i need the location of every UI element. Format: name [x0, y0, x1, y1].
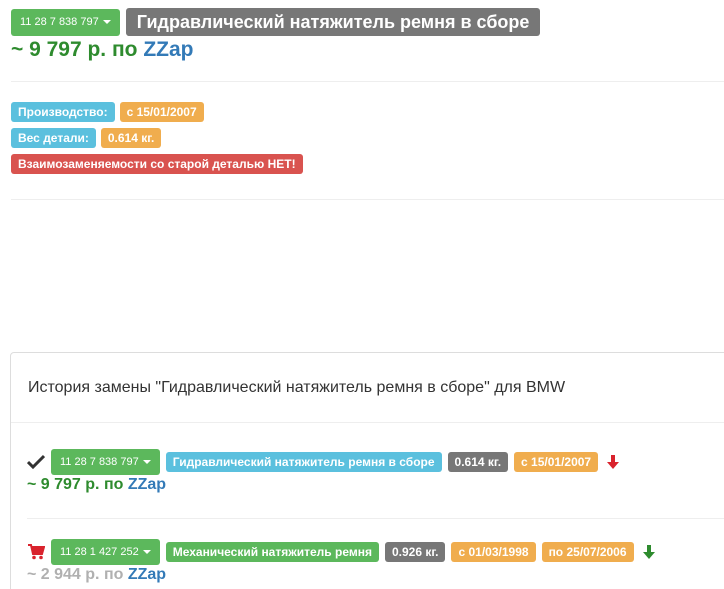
replacement-history-panel: История замены "Гидравлический натяжител…	[10, 352, 724, 589]
price-line: ~ 2 944 р. по ZZap	[27, 566, 658, 584]
attributes-block: Производство: с 15/01/2007 Вес детали: 0…	[11, 102, 303, 180]
to-date-label: по 25/07/2006	[541, 542, 634, 562]
product-title: Гидравлический натяжитель ремня в сборе	[125, 8, 541, 36]
arrow-down-red-icon	[604, 453, 622, 471]
part-number-text: 11 28 7 838 797	[60, 456, 139, 468]
price-line: ~ 9 797 р. по ZZap	[27, 476, 622, 494]
production-label: Производство:	[11, 102, 115, 122]
part-number-dropdown[interactable]: 11 28 7 838 797	[11, 8, 120, 36]
zzap-link[interactable]: ZZap	[143, 38, 193, 61]
part-number-dropdown[interactable]: 11 28 7 838 797	[51, 449, 160, 475]
product-header: 11 28 7 838 797 Гидравлический натяжител…	[11, 8, 541, 62]
weight-label: 0.926 кг.	[384, 542, 446, 562]
price-value: ~ 2 944 р. по	[27, 566, 124, 583]
checkmark-icon	[27, 453, 45, 471]
weight-value: 0.614 кг.	[100, 128, 162, 148]
part-number-dropdown[interactable]: 11 28 1 427 252	[51, 539, 160, 565]
price-value: ~ 9 797 р. по	[27, 476, 124, 493]
caret-down-icon	[142, 550, 151, 554]
caret-down-icon	[142, 460, 151, 464]
production-value: с 15/01/2007	[119, 102, 204, 122]
price-value: ~ 9 797 р. по	[11, 38, 138, 61]
part-number-text: 11 28 7 838 797	[20, 16, 99, 28]
divider	[27, 518, 724, 519]
weight-label: Вес детали:	[11, 128, 96, 148]
caret-down-icon	[102, 20, 111, 24]
zzap-link[interactable]: ZZap	[128, 476, 166, 493]
from-date-label: с 01/03/1998	[451, 542, 536, 562]
cart-icon[interactable]	[27, 543, 45, 561]
zzap-link[interactable]: ZZap	[128, 566, 166, 583]
interchangeability-warning: Взаимозаменяемости со старой деталью НЕТ…	[11, 154, 303, 174]
from-date-label: с 15/01/2007	[514, 452, 599, 472]
arrow-down-green-icon	[640, 543, 658, 561]
history-title: История замены "Гидравлический натяжител…	[11, 353, 724, 423]
history-item: 11 28 7 838 797 Гидравлический натяжител…	[27, 449, 622, 494]
price-line: ~ 9 797 р. по ZZap	[11, 38, 540, 62]
weight-label: 0.614 кг.	[447, 452, 509, 472]
part-name-label: Гидравлический натяжитель ремня в сборе	[165, 452, 442, 472]
divider	[11, 81, 724, 82]
part-number-text: 11 28 1 427 252	[60, 546, 139, 558]
divider	[11, 199, 724, 200]
history-item: 11 28 1 427 252 Механический натяжитель …	[27, 539, 658, 584]
part-name-label: Механический натяжитель ремня	[165, 542, 379, 562]
